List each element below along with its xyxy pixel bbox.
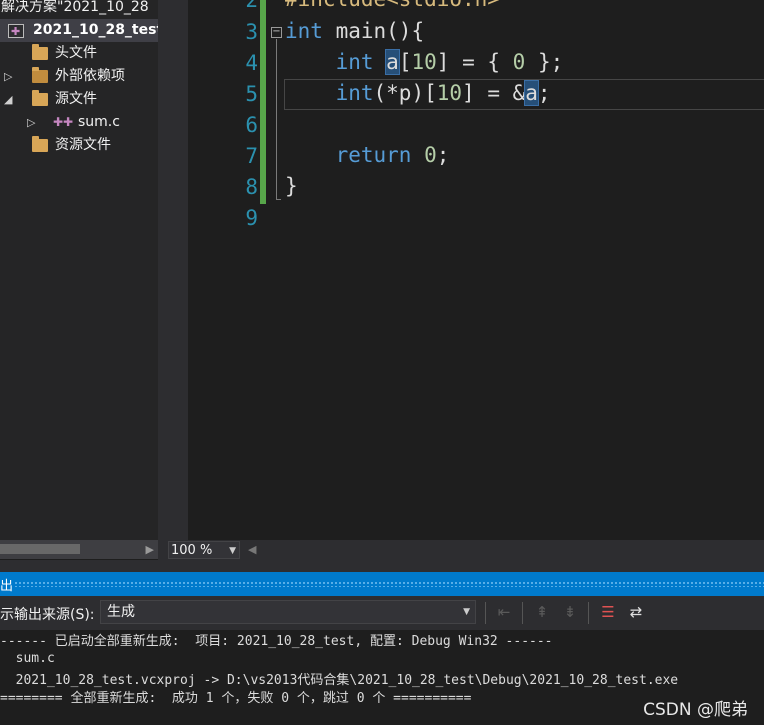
- line-number: 8: [245, 175, 258, 199]
- output-source-value: 生成: [107, 604, 135, 620]
- tree-item-label: 资源文件: [55, 137, 111, 153]
- line-number: 7: [245, 144, 258, 168]
- tree-item-resource-files[interactable]: 资源文件: [0, 134, 158, 157]
- chevron-down-icon: ▼: [229, 546, 236, 556]
- code-text: ;: [436, 143, 450, 167]
- fold-guide-end: [276, 199, 281, 200]
- watermark: CSDN @爬弟: [643, 700, 748, 720]
- tree-item-external-deps[interactable]: ▷ 外部依赖项: [0, 65, 158, 88]
- output-line: ======== 全部重新生成: 成功 1 个，失败 0 个，跳过 0 个 ==…: [0, 691, 472, 706]
- code-text: ] = {: [436, 50, 513, 74]
- keyword: int: [285, 19, 323, 43]
- fold-toggle-icon[interactable]: −: [271, 27, 282, 38]
- code-text: (*p)[: [373, 81, 437, 105]
- project-node[interactable]: 2021_10_28_test: [0, 19, 158, 43]
- line-number: 2: [245, 0, 258, 12]
- zoom-dropdown[interactable]: 100 % ▼: [168, 541, 240, 559]
- find-message-icon[interactable]: ⇤: [494, 602, 514, 622]
- tree-item-source-files[interactable]: ◢ 源文件: [0, 88, 158, 111]
- external-deps-icon: [32, 67, 48, 83]
- toolbar-separator: [588, 602, 589, 624]
- code-editor[interactable]: − 2 3 4 5 6 7 8 9 #include<stdio.h> int …: [188, 0, 764, 540]
- highlighted-identifier: a: [385, 49, 400, 75]
- keyword: int: [335, 81, 374, 105]
- keyword: int: [335, 50, 374, 74]
- code-line-return: return 0;: [285, 140, 450, 171]
- number-literal: 0: [424, 143, 437, 167]
- toggle-word-wrap-icon[interactable]: ⇄: [626, 602, 646, 622]
- change-indicator-bar: [260, 0, 266, 204]
- solution-label: 解决方案"2021_10_28: [1, 0, 149, 15]
- output-toolbar: 示输出来源(S): 生成 ▼ ⇤ ⇞ ⇟ ☰ ⇄: [0, 596, 764, 630]
- explorer-horizontal-scrollbar[interactable]: ▶: [0, 540, 158, 559]
- number-literal: 10: [411, 50, 437, 74]
- output-source-label: 示输出来源(S):: [0, 607, 95, 623]
- project-label: 2021_10_28_test: [33, 22, 158, 38]
- code-text: };: [525, 50, 564, 74]
- output-source-dropdown[interactable]: 生成 ▼: [100, 600, 476, 624]
- code-text: main(){: [322, 19, 425, 43]
- code-text: ;: [537, 81, 551, 105]
- code-line-main: int main(){: [285, 16, 424, 47]
- number-literal: 10: [436, 81, 463, 105]
- toolbar-separator: [522, 602, 523, 624]
- output-pane-title: 出: [0, 579, 14, 594]
- zoom-value: 100 %: [171, 543, 213, 558]
- collapse-arrow-icon[interactable]: ◢: [4, 88, 12, 111]
- highlighted-identifier: a: [524, 80, 539, 106]
- code-line-pointer-decl: int(*p)[10] = &a;: [285, 78, 551, 109]
- line-number: 3: [245, 20, 258, 44]
- output-pane-header[interactable]: 出: [0, 572, 764, 596]
- line-number: 5: [245, 82, 258, 106]
- output-line: ------ 已启动全部重新生成: 项目: 2021_10_28_test, 配…: [0, 634, 553, 649]
- solution-node[interactable]: 解决方案"2021_10_28: [0, 0, 158, 19]
- line-number: 4: [245, 51, 258, 75]
- tree-item-label: 源文件: [55, 91, 97, 107]
- keyword: return: [335, 143, 412, 167]
- scroll-left-icon[interactable]: ◀: [248, 540, 256, 560]
- number-literal: 0: [512, 50, 526, 74]
- previous-message-icon[interactable]: ⇞: [532, 602, 552, 622]
- editor-margin: [158, 0, 188, 540]
- output-line: 2021_10_28_test.vcxproj -> D:\vs2013代码合集…: [0, 673, 679, 688]
- expand-arrow-icon[interactable]: ▷: [4, 65, 12, 88]
- pane-splitter[interactable]: [0, 560, 764, 572]
- code-line-include: #include<stdio.h>: [285, 0, 500, 15]
- tree-item-header-files[interactable]: 头文件: [0, 42, 158, 65]
- solution-explorer: 解决方案"2021_10_28 2021_10_28_test 头文件 ▷ 外部…: [0, 0, 158, 540]
- cpp-file-icon: ✚✚: [53, 115, 74, 129]
- output-line: sum.c: [0, 651, 55, 666]
- code-text: [: [398, 50, 412, 74]
- chevron-down-icon: ▼: [463, 607, 470, 617]
- line-number: 6: [245, 113, 258, 137]
- next-message-icon[interactable]: ⇟: [560, 602, 580, 622]
- folder-icon: [32, 90, 48, 106]
- editor-status-bar: 100 % ▼ ◀: [158, 540, 764, 560]
- code-line-array-decl: int a[10] = { 0 };: [285, 47, 563, 78]
- drag-grip[interactable]: [14, 581, 764, 587]
- code-line-close-brace: }: [285, 174, 298, 198]
- code-text: ] = &: [462, 81, 526, 105]
- tree-item-sum-c[interactable]: ▷ ✚✚ sum.c: [0, 111, 158, 134]
- folder-icon: [32, 44, 48, 60]
- tree-item-label: 外部依赖项: [55, 68, 125, 84]
- tree-item-label: sum.c: [78, 114, 120, 130]
- project-icon: [8, 20, 24, 43]
- fold-guide-line: [276, 39, 277, 199]
- scroll-right-icon[interactable]: ▶: [146, 540, 154, 559]
- toolbar-separator: [485, 602, 486, 624]
- clear-all-icon[interactable]: ☰: [598, 602, 618, 622]
- expand-arrow-icon[interactable]: ▷: [27, 111, 35, 134]
- tree-item-label: 头文件: [55, 45, 97, 61]
- folder-icon: [32, 136, 48, 152]
- line-number: 9: [245, 206, 258, 230]
- scrollbar-thumb[interactable]: [0, 544, 80, 554]
